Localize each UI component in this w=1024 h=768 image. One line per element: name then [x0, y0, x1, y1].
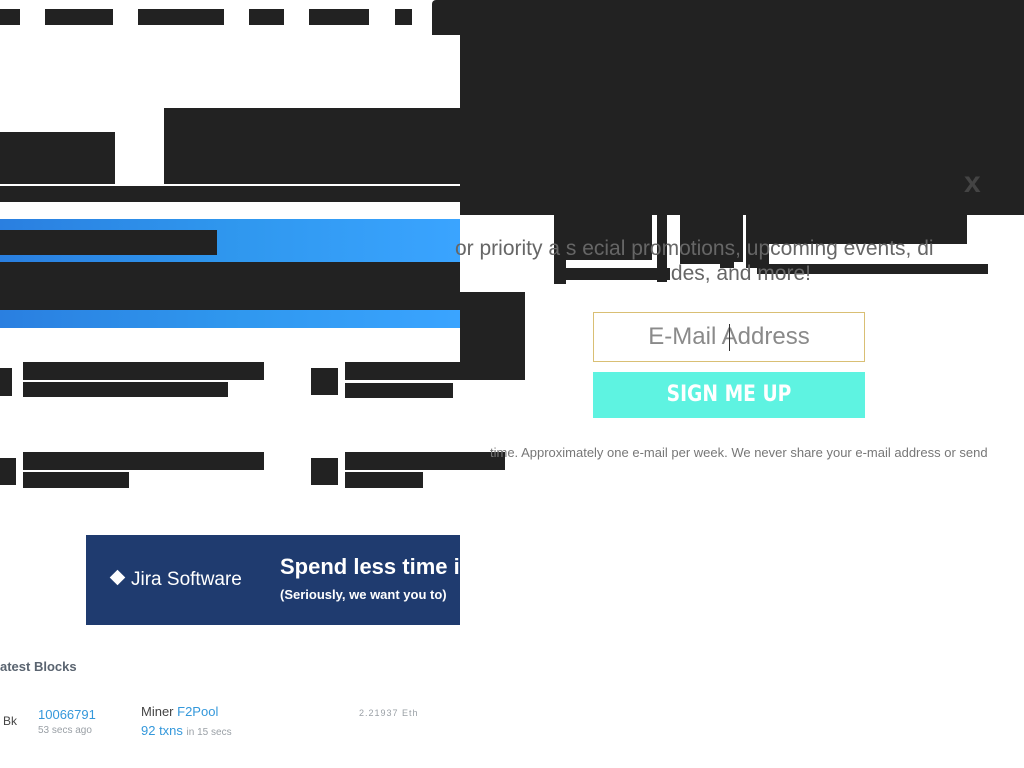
jira-ad-banner[interactable]: Jira Software Spend less time in (Seriou… [86, 535, 460, 625]
sign-up-button[interactable]: SIGN ME UP [593, 372, 865, 418]
stat-label-redacted [23, 452, 264, 470]
stat-value-redacted [23, 382, 228, 397]
stat-label-redacted [345, 452, 505, 470]
nav-item-redacted[interactable] [0, 9, 20, 25]
sign-up-button-label: SIGN ME UP [666, 382, 792, 407]
stat-icon-redacted [311, 368, 338, 395]
nav-item-redacted[interactable] [138, 9, 224, 25]
stat-icon-redacted [0, 458, 16, 485]
txns-suffix: in 15 secs [186, 727, 232, 738]
stat-icon-redacted [0, 368, 12, 396]
txns-line: 92 txns in 15 secs [141, 723, 232, 738]
stat-value-redacted [23, 472, 129, 488]
hero-divider-redacted [0, 186, 460, 202]
block-age: 53 secs ago [38, 725, 92, 736]
jira-brand: Jira Software [109, 569, 242, 591]
newsletter-promo-line2: des, and more! [670, 262, 811, 285]
newsletter-disclaimer: time. Approximately one e-mail per week.… [490, 445, 988, 460]
newsletter-promo-line1: or priority a s ecial promotions, upcomi… [455, 237, 934, 260]
miner-line: Miner F2Pool [141, 704, 218, 719]
overlay-header-redacted [460, 30, 1024, 215]
hero-search-redacted [164, 108, 460, 184]
ad-subline: (Seriously, we want you to) [280, 587, 447, 602]
stat-label-redacted [23, 362, 264, 380]
stats-banner-text-redacted [0, 230, 217, 255]
jira-brand-text: Jira Software [131, 569, 242, 590]
hero-title-redacted [0, 132, 115, 184]
block-badge: Bk [3, 714, 18, 728]
block-number-link[interactable]: 10066791 [38, 707, 96, 722]
stat-value-redacted [345, 472, 423, 488]
miner-prefix: Miner [141, 704, 174, 719]
nav-item-redacted[interactable] [309, 9, 369, 25]
stat-value-redacted [345, 383, 453, 398]
nav-item-redacted[interactable] [249, 9, 284, 25]
ad-headline: Spend less time in [280, 554, 460, 579]
page: x or priority a s ecial promotions, upco… [0, 0, 1024, 768]
text-cursor [729, 324, 730, 351]
txns-link[interactable]: 92 txns [141, 723, 183, 738]
latest-blocks-title: atest Blocks [0, 659, 77, 674]
block-reward: 2.21937 Eth [359, 708, 419, 718]
miner-link[interactable]: F2Pool [177, 704, 218, 719]
nav-item-redacted[interactable] [395, 9, 412, 25]
stat-icon-redacted [311, 458, 338, 485]
overlay-panel-redacted [460, 292, 525, 380]
nav-item-redacted[interactable] [45, 9, 113, 25]
jira-logo-icon [109, 569, 126, 586]
partial-heading-char: x [964, 166, 981, 199]
